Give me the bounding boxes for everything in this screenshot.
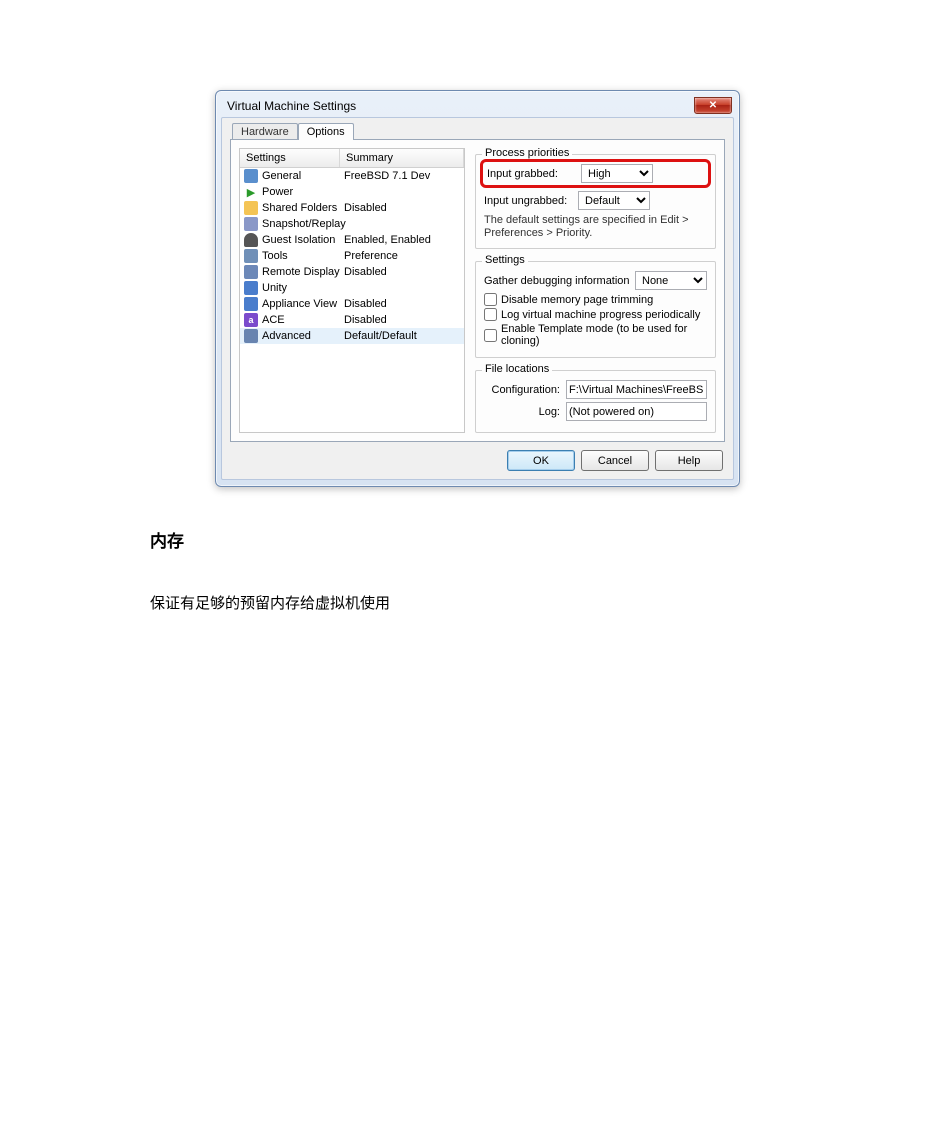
list-item[interactable]: Shared Folders Disabled (240, 200, 464, 216)
enable-template-mode-checkbox[interactable] (484, 329, 497, 342)
ok-button[interactable]: OK (507, 450, 575, 471)
list-item[interactable]: Remote Display Disabled (240, 264, 464, 280)
general-icon (244, 169, 258, 183)
list-item[interactable]: General FreeBSD 7.1 Dev (240, 168, 464, 184)
group-legend: Process priorities (482, 147, 572, 159)
list-item[interactable]: Appliance View Disabled (240, 296, 464, 312)
settings-group: Settings Gather debugging information No… (475, 261, 716, 358)
list-item[interactable]: Tools Preference (240, 248, 464, 264)
vm-settings-dialog: Virtual Machine Settings ✕ Hardware Opti… (215, 90, 740, 487)
disable-memory-trimming-checkbox[interactable] (484, 293, 497, 306)
tab-options[interactable]: Options (298, 123, 354, 140)
article-paragraph: 保证有足够的预留内存给虚拟机使用 (150, 592, 805, 613)
cancel-button[interactable]: Cancel (581, 450, 649, 471)
log-path-field[interactable] (566, 402, 707, 421)
label-log: Log: (484, 406, 560, 418)
highlight-input-grabbed: Input grabbed: High (480, 159, 711, 188)
list-item[interactable]: Snapshot/Replay (240, 216, 464, 232)
remote-display-icon (244, 265, 258, 279)
help-button[interactable]: Help (655, 450, 723, 471)
snapshot-icon (244, 217, 258, 231)
col-settings: Settings (240, 149, 340, 167)
checkbox-label: Enable Template mode (to be used for clo… (501, 323, 707, 347)
appliance-icon (244, 297, 258, 311)
lock-icon (244, 233, 258, 247)
close-icon: ✕ (709, 100, 717, 111)
advanced-icon (244, 329, 258, 343)
list-item[interactable]: ▶Power (240, 184, 464, 200)
label-configuration: Configuration: (484, 384, 560, 396)
group-legend: File locations (482, 363, 552, 375)
list-item[interactable]: Guest Isolation Enabled, Enabled (240, 232, 464, 248)
priority-hint: The default settings are specified in Ed… (484, 214, 707, 240)
checkbox-label: Log virtual machine progress periodicall… (501, 309, 700, 321)
unity-icon (244, 281, 258, 295)
list-item[interactable]: Unity (240, 280, 464, 296)
tools-icon (244, 249, 258, 263)
group-legend: Settings (482, 254, 528, 266)
close-button[interactable]: ✕ (694, 97, 732, 114)
input-ungrabbed-select[interactable]: Default (578, 191, 650, 210)
file-locations-group: File locations Configuration: Log: (475, 370, 716, 433)
power-icon: ▶ (244, 185, 258, 199)
label-gather-debug: Gather debugging information (484, 275, 631, 287)
tab-hardware[interactable]: Hardware (232, 123, 298, 140)
gather-debug-select[interactable]: None (635, 271, 707, 290)
settings-list: Settings Summary General FreeBSD 7.1 Dev… (239, 148, 465, 433)
label-input-ungrabbed: Input ungrabbed: (484, 195, 574, 207)
folder-icon (244, 201, 258, 215)
ace-icon: a (244, 313, 258, 327)
article-heading: 内存 (150, 527, 805, 552)
list-item[interactable]: Advanced Default/Default (240, 328, 464, 344)
log-progress-checkbox[interactable] (484, 308, 497, 321)
input-grabbed-select[interactable]: High (581, 164, 653, 183)
label-input-grabbed: Input grabbed: (487, 168, 577, 180)
process-priorities-group: Process priorities Input grabbed: High I… (475, 154, 716, 249)
checkbox-label: Disable memory page trimming (501, 294, 653, 306)
configuration-path-field[interactable] (566, 380, 707, 399)
window-title: Virtual Machine Settings (227, 99, 356, 113)
list-item[interactable]: aACE Disabled (240, 312, 464, 328)
col-summary: Summary (340, 149, 464, 167)
